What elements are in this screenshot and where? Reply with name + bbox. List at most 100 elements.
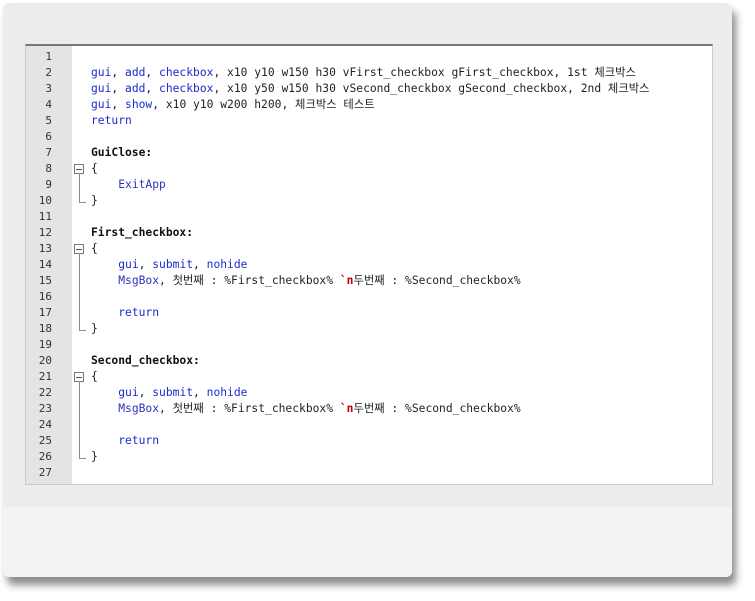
code-token: , x10 y10 w150 h30 vFirst_checkbox gFirs… bbox=[213, 66, 636, 79]
code-token: add bbox=[125, 82, 146, 95]
code-text: return bbox=[91, 113, 132, 129]
code-token: show bbox=[125, 98, 153, 111]
code-line[interactable]: 21 { bbox=[26, 369, 712, 385]
code-line[interactable]: 20 Second_checkbox: bbox=[26, 353, 712, 369]
code-text: { bbox=[91, 369, 98, 385]
code-token: gui bbox=[118, 386, 139, 399]
line-number: 1 bbox=[45, 50, 52, 63]
fold-guide bbox=[79, 177, 80, 193]
code-token: submit bbox=[152, 386, 194, 399]
code-token: { bbox=[91, 162, 98, 175]
code-line[interactable]: 17 return bbox=[26, 305, 712, 321]
code-token: gui bbox=[118, 258, 139, 271]
code-line[interactable]: 19 bbox=[26, 337, 712, 353]
fold-end-marker bbox=[79, 449, 86, 459]
code-line[interactable]: 22 gui, submit, nohide bbox=[26, 385, 712, 401]
code-token: return bbox=[91, 114, 132, 127]
code-line[interactable]: 5 return bbox=[26, 113, 712, 129]
code-token: , x10 y10 w200 h200, 체크박스 테스트 bbox=[152, 98, 375, 111]
code-token: , bbox=[145, 82, 160, 95]
code-text: ExitApp bbox=[91, 177, 166, 193]
line-number: 16 bbox=[38, 290, 52, 303]
code-line[interactable]: 23 MsgBox, 첫번째 : %First_checkbox% `n두번째 … bbox=[26, 401, 712, 417]
code-text: } bbox=[91, 449, 98, 465]
line-number: 27 bbox=[38, 466, 52, 479]
line-number: 11 bbox=[38, 210, 52, 223]
code-token: gui bbox=[91, 82, 112, 95]
code-line[interactable]: 16 bbox=[26, 289, 712, 305]
code-text: } bbox=[91, 321, 98, 337]
code-text: return bbox=[91, 433, 159, 449]
code-token: gui bbox=[91, 98, 112, 111]
line-number: 24 bbox=[38, 418, 52, 431]
code-line[interactable]: 15 MsgBox, 첫번째 : %First_checkbox% `n두번째 … bbox=[26, 273, 712, 289]
line-number: 20 bbox=[38, 354, 52, 367]
fold-end-marker bbox=[79, 321, 86, 331]
code-editor[interactable]: 1 2 gui, add, checkbox, x10 y10 w150 h30 v… bbox=[25, 44, 713, 485]
code-token: `n bbox=[339, 274, 354, 287]
fold-guide bbox=[79, 417, 80, 433]
code-text: Second_checkbox: bbox=[91, 353, 200, 369]
line-number: 4 bbox=[45, 98, 52, 111]
line-number: 21 bbox=[38, 370, 52, 383]
code-token: return bbox=[118, 306, 160, 319]
code-line[interactable]: 4 gui, show, x10 y10 w200 h200, 체크박스 테스트 bbox=[26, 97, 712, 113]
code-line[interactable]: 25 return bbox=[26, 433, 712, 449]
fold-guide bbox=[79, 289, 80, 305]
code-token: } bbox=[91, 322, 98, 335]
line-number: 9 bbox=[45, 178, 52, 191]
code-token: , bbox=[111, 66, 126, 79]
code-token: MsgBox bbox=[118, 402, 160, 415]
code-token: nohide bbox=[206, 386, 248, 399]
code-line[interactable]: 13 { bbox=[26, 241, 712, 257]
code-line[interactable]: 2 gui, add, checkbox, x10 y10 w150 h30 vF… bbox=[26, 65, 712, 81]
code-line[interactable]: 6 bbox=[26, 129, 712, 145]
line-number: 17 bbox=[38, 306, 52, 319]
fold-guide bbox=[79, 385, 80, 401]
code-line[interactable]: 26} bbox=[26, 449, 712, 465]
code-token: nohide bbox=[206, 258, 248, 271]
code-token: } bbox=[91, 194, 98, 207]
code-line[interactable]: 8{ bbox=[26, 161, 712, 177]
code-line[interactable]: 7 GuiClose: bbox=[26, 145, 712, 161]
code-token: GuiClose: bbox=[91, 146, 153, 159]
line-number: 10 bbox=[38, 194, 52, 207]
code-line[interactable]: 18} bbox=[26, 321, 712, 337]
code-text: return bbox=[91, 305, 159, 321]
code-token: First_checkbox: bbox=[91, 226, 194, 239]
code-line[interactable]: 3 gui, add, checkbox, x10 y50 w150 h30 vS… bbox=[26, 81, 712, 97]
code-token: , bbox=[193, 386, 207, 399]
code-token: 두번째 : %Second_checkbox% bbox=[353, 274, 521, 287]
code-text: MsgBox, 첫번째 : %First_checkbox% `n두번째 : %… bbox=[91, 273, 521, 289]
line-number: 23 bbox=[38, 402, 52, 415]
code-token: , bbox=[111, 82, 126, 95]
code-token: MsgBox bbox=[118, 274, 160, 287]
code-text: First_checkbox: bbox=[91, 225, 193, 241]
fold-guide bbox=[79, 257, 80, 273]
line-number: 26 bbox=[38, 450, 52, 463]
code-line[interactable]: 1 bbox=[26, 49, 712, 65]
code-token: } bbox=[91, 450, 98, 463]
code-line[interactable]: 24 bbox=[26, 417, 712, 433]
code-token: , 첫번째 : %First_checkbox% bbox=[159, 402, 340, 415]
line-number: 12 bbox=[38, 226, 52, 239]
code-token: checkbox bbox=[159, 66, 214, 79]
line-number: 15 bbox=[38, 274, 52, 287]
code-line[interactable]: 12 First_checkbox: bbox=[26, 225, 712, 241]
code-line[interactable]: 11 bbox=[26, 209, 712, 225]
code-line[interactable]: 14 gui, submit, nohide bbox=[26, 257, 712, 273]
code-line[interactable]: 27 bbox=[26, 465, 712, 481]
code-line[interactable]: 9 ExitApp bbox=[26, 177, 712, 193]
line-number: 19 bbox=[38, 338, 52, 351]
code-token: add bbox=[125, 66, 146, 79]
code-token: , bbox=[138, 386, 153, 399]
code-line[interactable]: 10} bbox=[26, 193, 712, 209]
line-number: 18 bbox=[38, 322, 52, 335]
fold-guide bbox=[79, 273, 80, 289]
line-number: 22 bbox=[38, 386, 52, 399]
